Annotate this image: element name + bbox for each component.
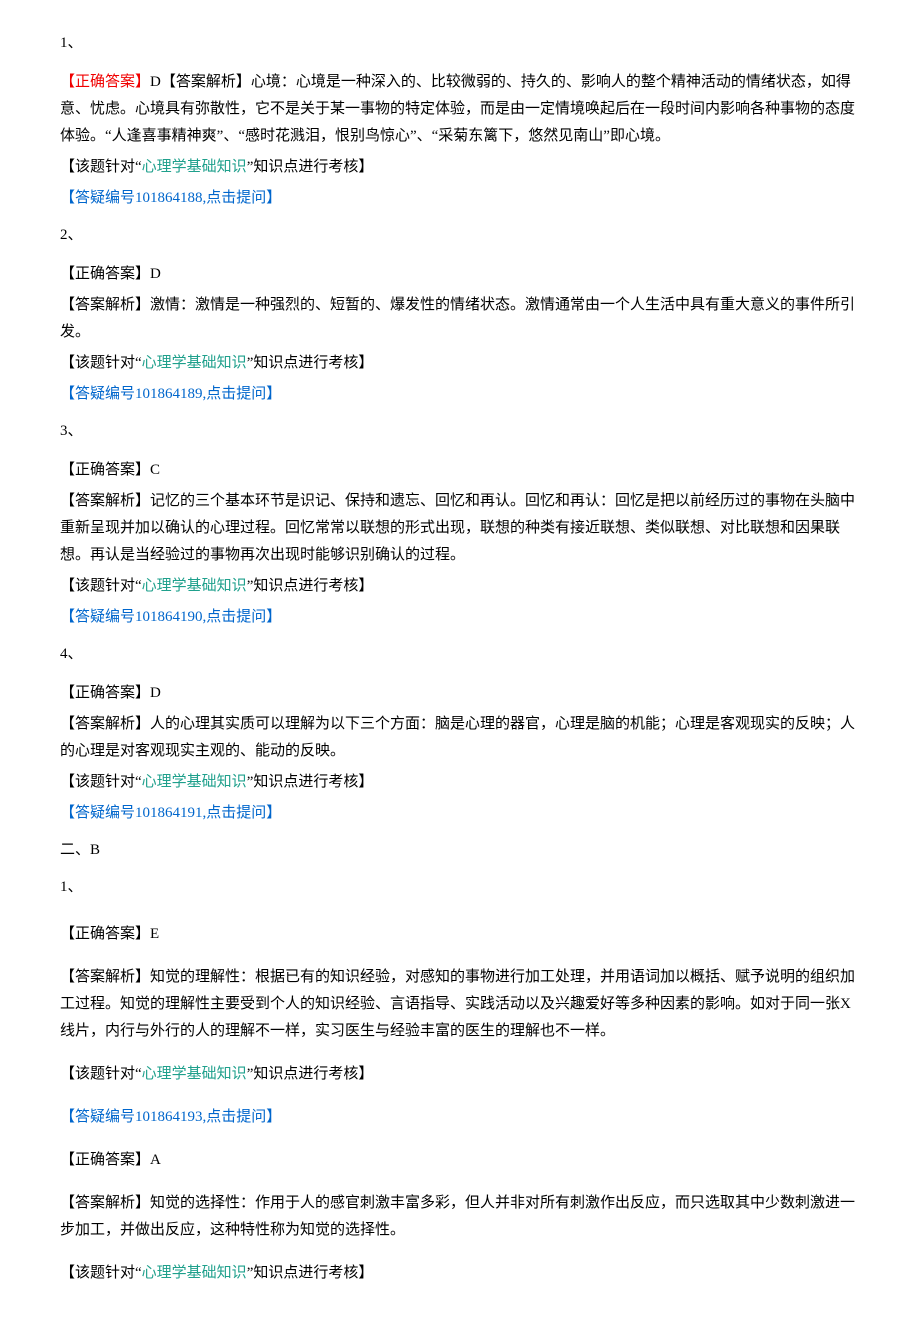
- question-2-topic: 【该题针对“心理学基础知识”知识点进行考核】: [60, 350, 860, 377]
- question-3-topic: 【该题针对“心理学基础知识”知识点进行考核】: [60, 573, 860, 600]
- answer-label: 【正确答案】: [60, 74, 150, 90]
- question-1-topic: 【该题针对“心理学基础知识”知识点进行考核】: [60, 154, 860, 181]
- topic-suffix: ”知识点进行考核】: [247, 159, 374, 175]
- question-1-link[interactable]: 【答疑编号101864188,点击提问】: [60, 185, 860, 212]
- question-3-num: 3、: [60, 418, 860, 445]
- question-4-num: 4、: [60, 641, 860, 668]
- topic-suffix: ”知识点进行考核】: [247, 1265, 374, 1281]
- section-2-q1-num: 1、: [60, 874, 860, 901]
- question-2-num: 2、: [60, 222, 860, 249]
- question-3-answer: 【正确答案】C: [60, 457, 860, 484]
- answer-letter: D: [150, 74, 161, 90]
- topic-name: 心理学基础知识: [142, 355, 247, 371]
- section-b-answer-2: 【正确答案】A 【答案解析】知觉的选择性：作用于人的感官刺激丰富多彩，但人并非对…: [60, 1147, 860, 1287]
- topic-name: 心理学基础知识: [142, 159, 247, 175]
- topic-name: 心理学基础知识: [142, 1265, 247, 1281]
- question-4-link[interactable]: 【答疑编号101864191,点击提问】: [60, 800, 860, 827]
- topic-prefix: 【该题针对“: [60, 159, 142, 175]
- topic-suffix: ”知识点进行考核】: [247, 1066, 374, 1082]
- topic-prefix: 【该题针对“: [60, 355, 142, 371]
- question-2: 2、 【正确答案】D 【答案解析】激情：激情是一种强烈的、短暂的、爆发性的情绪状…: [60, 222, 860, 408]
- b2-topic: 【该题针对“心理学基础知识”知识点进行考核】: [60, 1260, 860, 1287]
- question-4-topic: 【该题针对“心理学基础知识”知识点进行考核】: [60, 769, 860, 796]
- question-1-num: 1、: [60, 30, 860, 57]
- b1-topic: 【该题针对“心理学基础知识”知识点进行考核】: [60, 1061, 860, 1088]
- explanation-label: 【答案解析】: [161, 74, 251, 90]
- topic-suffix: ”知识点进行考核】: [247, 578, 374, 594]
- topic-name: 心理学基础知识: [142, 1066, 247, 1082]
- topic-suffix: ”知识点进行考核】: [247, 774, 374, 790]
- question-4-answer: 【正确答案】D: [60, 680, 860, 707]
- question-2-link[interactable]: 【答疑编号101864189,点击提问】: [60, 381, 860, 408]
- b1-answer: 【正确答案】E: [60, 921, 860, 948]
- question-3: 3、 【正确答案】C 【答案解析】记忆的三个基本环节是识记、保持和遗忘、回忆和再…: [60, 418, 860, 631]
- question-4-explanation: 【答案解析】人的心理其实质可以理解为以下三个方面：脑是心理的器官，心理是脑的机能…: [60, 711, 860, 765]
- topic-prefix: 【该题针对“: [60, 1066, 142, 1082]
- topic-prefix: 【该题针对“: [60, 1265, 142, 1281]
- topic-prefix: 【该题针对“: [60, 774, 142, 790]
- question-2-answer: 【正确答案】D: [60, 261, 860, 288]
- topic-prefix: 【该题针对“: [60, 578, 142, 594]
- section-2-header: 二、B: [60, 837, 860, 864]
- topic-name: 心理学基础知识: [142, 578, 247, 594]
- b2-answer: 【正确答案】A: [60, 1147, 860, 1174]
- question-1: 1、 【正确答案】D【答案解析】心境：心境是一种深入的、比较微弱的、持久的、影响…: [60, 30, 860, 212]
- b2-explanation: 【答案解析】知觉的选择性：作用于人的感官刺激丰富多彩，但人并非对所有刺激作出反应…: [60, 1190, 860, 1244]
- question-3-link[interactable]: 【答疑编号101864190,点击提问】: [60, 604, 860, 631]
- b1-explanation: 【答案解析】知觉的理解性：根据已有的知识经验，对感知的事物进行加工处理，并用语词…: [60, 964, 860, 1045]
- question-2-explanation: 【答案解析】激情：激情是一种强烈的、短暂的、爆发性的情绪状态。激情通常由一个人生…: [60, 292, 860, 346]
- question-1-answer-explanation: 【正确答案】D【答案解析】心境：心境是一种深入的、比较微弱的、持久的、影响人的整…: [60, 69, 860, 150]
- question-4: 4、 【正确答案】D 【答案解析】人的心理其实质可以理解为以下三个方面：脑是心理…: [60, 641, 860, 827]
- topic-name: 心理学基础知识: [142, 774, 247, 790]
- section-2-question-1: 1、: [60, 874, 860, 901]
- topic-suffix: ”知识点进行考核】: [247, 355, 374, 371]
- question-3-explanation: 【答案解析】记忆的三个基本环节是识记、保持和遗忘、回忆和再认。回忆和再认：回忆是…: [60, 488, 860, 569]
- b1-link[interactable]: 【答疑编号101864193,点击提问】: [60, 1104, 860, 1131]
- section-b-answer-1: 【正确答案】E 【答案解析】知觉的理解性：根据已有的知识经验，对感知的事物进行加…: [60, 921, 860, 1131]
